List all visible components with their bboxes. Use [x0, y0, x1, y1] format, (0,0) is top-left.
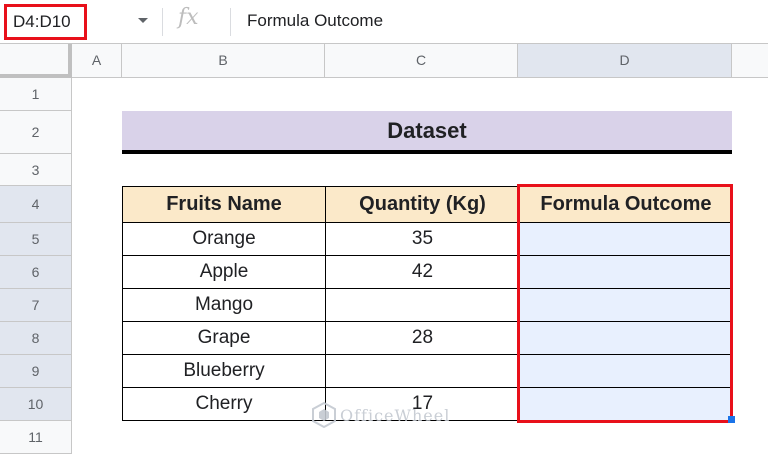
fruits-table: Fruits Name Quantity (Kg) Formula Outcom…: [122, 186, 733, 421]
column-header-a[interactable]: A: [72, 44, 122, 78]
cell-quantity[interactable]: [325, 354, 520, 388]
cell-quantity[interactable]: [325, 288, 520, 322]
divider: [230, 8, 231, 36]
name-box[interactable]: D4:D10: [4, 4, 87, 40]
row-header-7[interactable]: 7: [0, 289, 72, 322]
column-header-e[interactable]: [732, 44, 768, 78]
cell-outcome[interactable]: [519, 321, 733, 355]
row-header-10[interactable]: 10: [0, 388, 72, 421]
cell-outcome[interactable]: [519, 222, 733, 256]
watermark-text: OfficeWheel: [340, 405, 451, 425]
cell-fruit[interactable]: Orange: [122, 222, 326, 256]
cell-quantity[interactable]: 35: [325, 222, 520, 256]
header-fruits-name[interactable]: Fruits Name: [122, 186, 326, 223]
cell-outcome[interactable]: [519, 288, 733, 322]
dataset-title[interactable]: Dataset: [122, 111, 732, 154]
table-row: Mango: [122, 288, 733, 322]
table-row: Grape 28: [122, 321, 733, 355]
header-formula-outcome[interactable]: Formula Outcome: [519, 186, 733, 223]
row-header-6[interactable]: 6: [0, 256, 72, 289]
row-header-9[interactable]: 9: [0, 355, 72, 388]
table-row: Apple 42: [122, 255, 733, 289]
row-header-1[interactable]: 1: [0, 78, 72, 111]
fill-handle[interactable]: [728, 416, 735, 423]
row-header-4[interactable]: 4: [0, 186, 72, 223]
row-header-5[interactable]: 5: [0, 223, 72, 256]
cell-outcome[interactable]: [519, 387, 733, 421]
cell-outcome[interactable]: [519, 354, 733, 388]
divider: [162, 8, 163, 36]
cell-fruit[interactable]: Apple: [122, 255, 326, 289]
table-row: Orange 35: [122, 222, 733, 256]
cell-fruit[interactable]: Grape: [122, 321, 326, 355]
column-header-b[interactable]: B: [122, 44, 325, 78]
watermark: OfficeWheel: [312, 402, 450, 428]
cell-fruit[interactable]: Mango: [122, 288, 326, 322]
table-header-row: Fruits Name Quantity (Kg) Formula Outcom…: [122, 186, 733, 223]
column-header-c[interactable]: C: [325, 44, 518, 78]
row-header-11[interactable]: 11: [0, 421, 72, 454]
column-header-d[interactable]: D: [518, 44, 732, 78]
cell-outcome[interactable]: [519, 255, 733, 289]
row-header-8[interactable]: 8: [0, 322, 72, 355]
row-header-3[interactable]: 3: [0, 154, 72, 186]
table-row: Blueberry: [122, 354, 733, 388]
chevron-down-icon[interactable]: [138, 18, 148, 23]
cell-quantity[interactable]: 42: [325, 255, 520, 289]
officewheel-logo-icon: [312, 402, 336, 428]
header-quantity[interactable]: Quantity (Kg): [325, 186, 520, 223]
formula-bar: D4:D10 fx Formula Outcome: [0, 0, 768, 44]
cell-quantity[interactable]: 28: [325, 321, 520, 355]
fx-icon: fx: [178, 5, 199, 30]
select-all-corner[interactable]: [0, 44, 72, 78]
row-header-2[interactable]: 2: [0, 111, 72, 154]
cell-fruit[interactable]: Cherry: [122, 387, 326, 421]
formula-input[interactable]: Formula Outcome: [247, 11, 383, 31]
cell-fruit[interactable]: Blueberry: [122, 354, 326, 388]
